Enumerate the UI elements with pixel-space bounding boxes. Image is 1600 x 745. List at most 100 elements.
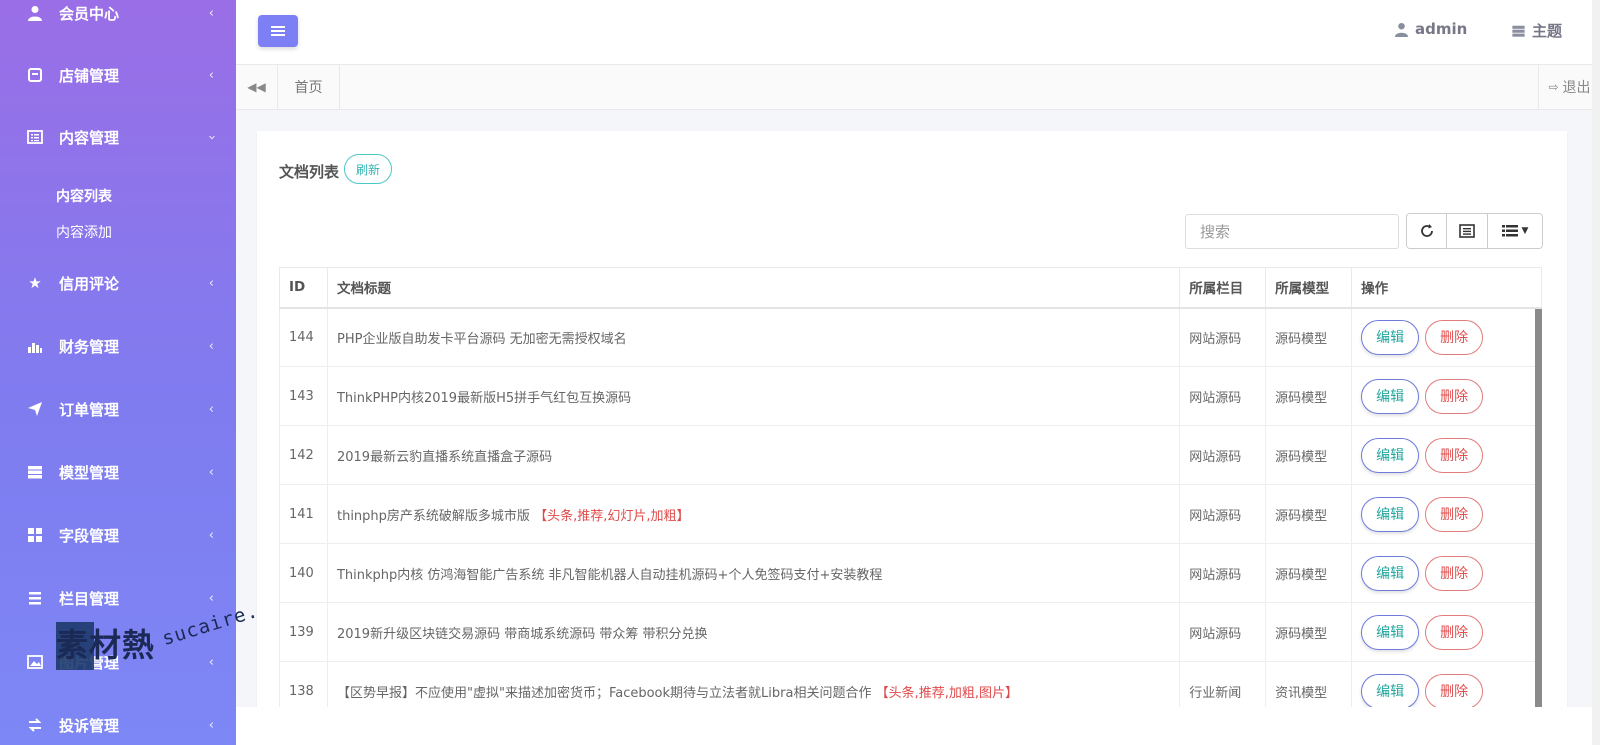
watermark-brand: 素材熱: [56, 626, 156, 664]
chevron-left-icon: ‹: [208, 654, 214, 670]
cell-model: 源码模型: [1265, 484, 1353, 544]
cell-actions: 编辑 删除: [1351, 366, 1542, 426]
table-scrollbar[interactable]: [1535, 309, 1542, 731]
hamburger-icon: [271, 26, 285, 36]
column-header-category[interactable]: 所属栏目: [1179, 267, 1267, 309]
title-text[interactable]: Thinkphp内核 仿鸿海智能广告系统 非凡智能机器人自动挂机源码+个人免签码…: [337, 568, 882, 583]
sidebar-item-fields[interactable]: 字段管理 ‹: [0, 515, 236, 555]
delete-button[interactable]: 删除: [1425, 673, 1484, 709]
column-header-id[interactable]: ID: [279, 267, 328, 309]
tab-home[interactable]: 首页: [278, 65, 340, 109]
title-text[interactable]: 【区势早报】不应使用"虚拟"来描述加密货币；Facebook期待与立法者就Lib…: [337, 686, 871, 701]
sidebar-subitem-content-list[interactable]: 内容列表: [56, 186, 112, 206]
sidebar-item-content[interactable]: 内容管理 ›: [0, 117, 236, 157]
title-text[interactable]: 2019最新云豹直播系统直播盒子源码: [337, 450, 552, 465]
title-text[interactable]: 2019新升级区块链交易源码 带商城系统源码 带众筹 带积分兑换: [337, 627, 707, 642]
cell-category: 网站源码: [1179, 425, 1267, 485]
edit-button[interactable]: 编辑: [1361, 614, 1420, 650]
server-icon: [26, 463, 44, 481]
sidebar-item-columns[interactable]: 栏目管理 ‹: [0, 578, 236, 618]
bar-chart-icon: [26, 337, 44, 355]
chevron-left-icon: ‹: [208, 717, 214, 733]
table-refresh-button[interactable]: [1407, 214, 1447, 248]
edit-button[interactable]: 编辑: [1361, 673, 1420, 709]
cell-title: thinphp房产系统破解版多城市版 【头条,推荐,幻灯片,加粗】: [326, 484, 1181, 544]
cell-actions: 编辑 删除: [1351, 543, 1542, 603]
sidebar-item-store[interactable]: 店铺管理 ‹: [0, 55, 236, 95]
table-row: 139 2019新升级区块链交易源码 带商城系统源码 带众筹 带积分兑换 网站源…: [279, 602, 1542, 662]
sidebar-item-label: 投诉管理: [59, 716, 120, 735]
column-header-model[interactable]: 所属模型: [1265, 267, 1353, 309]
title-text[interactable]: PHP企业版自助发卡平台源码 无加密无需授权域名: [337, 332, 627, 347]
search-input[interactable]: [1185, 214, 1399, 249]
cell-actions: 编辑 删除: [1351, 602, 1542, 662]
delete-button[interactable]: 删除: [1425, 496, 1484, 532]
edit-button[interactable]: 编辑: [1361, 319, 1420, 355]
sidebar-item-label: 会员中心: [59, 4, 120, 23]
column-header-title[interactable]: 文档标题: [326, 267, 1181, 309]
refresh-icon: [1420, 224, 1433, 237]
delete-button[interactable]: 删除: [1425, 555, 1484, 591]
sidebar-item-finance[interactable]: 财务管理 ‹: [0, 326, 236, 366]
title-text[interactable]: ThinkPHP内核2019最新版H5拼手气红包互换源码: [337, 391, 631, 406]
logout-label: 退出: [1562, 80, 1591, 96]
store-icon: [26, 66, 44, 84]
sidebar-item-label: 内容管理: [59, 128, 120, 147]
chevron-left-icon: ‹: [208, 590, 214, 606]
cell-category: 网站源码: [1179, 602, 1267, 662]
refresh-badge-button[interactable]: 刷新: [344, 154, 392, 184]
user-icon: [26, 4, 44, 22]
table-row: 141 thinphp房产系统破解版多城市版 【头条,推荐,幻灯片,加粗】 网站…: [279, 484, 1542, 544]
sidebar-item-orders[interactable]: 订单管理 ‹: [0, 389, 236, 429]
list-icon: [1501, 225, 1518, 237]
tab-scroll-left-button[interactable]: ◀◀: [236, 65, 278, 109]
delete-button[interactable]: 删除: [1425, 614, 1484, 650]
table-row: 140 Thinkphp内核 仿鸿海智能广告系统 非凡智能机器人自动挂机源码+个…: [279, 543, 1542, 603]
delete-button[interactable]: 删除: [1425, 319, 1484, 355]
top-header: admin 主题: [236, 0, 1600, 64]
sidebar-toggle-button[interactable]: [258, 15, 298, 47]
chevron-left-icon: ‹: [208, 527, 214, 543]
sidebar-item-complaints[interactable]: 投诉管理 ‹: [0, 705, 236, 745]
page-scrollbar[interactable]: [1592, 64, 1600, 745]
cell-title: ThinkPHP内核2019最新版H5拼手气红包互换源码: [326, 366, 1181, 426]
sidebar-item-label: 字段管理: [59, 526, 120, 545]
edit-button[interactable]: 编辑: [1361, 496, 1420, 532]
delete-button[interactable]: 删除: [1425, 378, 1484, 414]
sidebar-subitem-content-add[interactable]: 内容添加: [56, 222, 112, 242]
theme-menu[interactable]: 主题: [1511, 20, 1562, 41]
sidebar-item-credit[interactable]: ★ 信用评论 ‹: [0, 263, 236, 303]
cell-model: 源码模型: [1265, 425, 1353, 485]
table-columns-dropdown[interactable]: ▼: [1488, 214, 1542, 248]
cell-actions: 编辑 删除: [1351, 307, 1542, 367]
title-text[interactable]: thinphp房产系统破解版多城市版: [337, 509, 530, 524]
sidebar-item-label: 订单管理: [59, 400, 120, 419]
chevron-left-icon: ‹: [208, 338, 214, 354]
bars-icon: [26, 589, 44, 607]
table-toggle-view-button[interactable]: [1447, 214, 1488, 248]
chevron-down-icon: ›: [203, 134, 219, 140]
cell-id: 143: [279, 366, 328, 426]
cell-id: 139: [279, 602, 328, 662]
send-icon: [26, 400, 44, 418]
delete-button[interactable]: 删除: [1425, 437, 1484, 473]
edit-button[interactable]: 编辑: [1361, 555, 1420, 591]
column-header-actions: 操作: [1351, 267, 1542, 309]
edit-button[interactable]: 编辑: [1361, 378, 1420, 414]
logout-button[interactable]: ⇨ 退出: [1538, 65, 1600, 109]
cell-actions: 编辑 删除: [1351, 425, 1542, 485]
sidebar-item-label: 店铺管理: [59, 66, 120, 85]
sidebar-item-members[interactable]: 会员中心 ‹: [0, 0, 236, 33]
user-menu[interactable]: admin: [1394, 20, 1467, 38]
scrollbar[interactable]: [1592, 0, 1600, 64]
sidebar-item-models[interactable]: 模型管理 ‹: [0, 452, 236, 492]
sign-out-icon: ⇨: [1548, 80, 1559, 94]
cell-id: 142: [279, 425, 328, 485]
sidebar-item-label: 财务管理: [59, 337, 120, 356]
cell-category: 网站源码: [1179, 307, 1267, 367]
table-toolbar: ▼: [1406, 213, 1543, 249]
title-tag: 【头条,推荐,幻灯片,加粗】: [534, 508, 690, 524]
cell-model: 源码模型: [1265, 602, 1353, 662]
edit-button[interactable]: 编辑: [1361, 437, 1420, 473]
grid-icon: [26, 526, 44, 544]
